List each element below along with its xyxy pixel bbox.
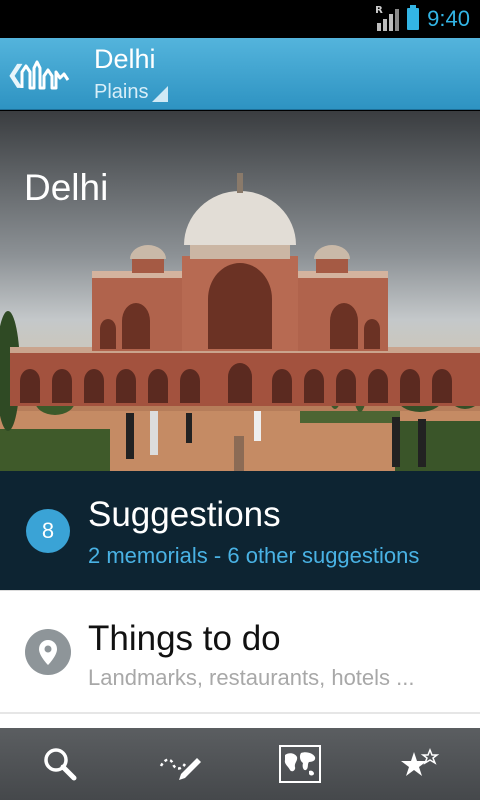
- map-pin-icon: [25, 629, 71, 675]
- suggestions-title: Suggestions: [88, 495, 281, 534]
- favorite-stars-icon: [401, 747, 440, 776]
- battery-icon: [407, 5, 420, 30]
- signal-icon: R: [375, 5, 400, 31]
- search-icon: [44, 748, 77, 781]
- spinner-triangle-icon: [152, 86, 169, 102]
- bottom-tab-bar: [0, 728, 480, 800]
- things-to-do-title: Things to do: [88, 619, 281, 658]
- status-bar: R 9:40: [0, 0, 480, 38]
- things-to-do-row[interactable]: Things to do Landmarks, restaurants, hot…: [0, 590, 480, 728]
- tab-notes[interactable]: [120, 728, 240, 800]
- things-to-do-subtitle: Landmarks, restaurants, hotels ...: [88, 665, 415, 690]
- divider: [0, 712, 480, 714]
- suggestions-row[interactable]: 8 Suggestions 2 memorials - 6 other sugg…: [0, 471, 480, 590]
- tab-search[interactable]: [0, 728, 120, 800]
- world-map-icon: [279, 745, 321, 783]
- screen-title: Delhi: [94, 44, 156, 74]
- up-navigation-button[interactable]: ❮: [0, 38, 82, 110]
- roaming-indicator: R: [375, 5, 383, 16]
- tab-favorites[interactable]: [360, 728, 480, 800]
- skyline-logo-icon: [20, 60, 70, 90]
- tab-map[interactable]: [240, 728, 360, 800]
- humayuns-tomb-photo: [0, 173, 480, 471]
- clock: 9:40: [427, 6, 470, 31]
- hero-image: Delhi: [0, 111, 480, 471]
- suggestions-count-badge: 8: [26, 509, 70, 553]
- hero-title: Delhi: [24, 167, 109, 208]
- suggestions-subtitle: 2 memorials - 6 other suggestions: [88, 543, 420, 568]
- action-bar: ❮ Delhi Plains: [0, 38, 480, 110]
- region-spinner[interactable]: Plains: [94, 80, 169, 104]
- status-icons: R 9:40: [375, 0, 470, 38]
- pen-trail-icon: [159, 758, 201, 780]
- region-spinner-label: Plains: [94, 81, 149, 103]
